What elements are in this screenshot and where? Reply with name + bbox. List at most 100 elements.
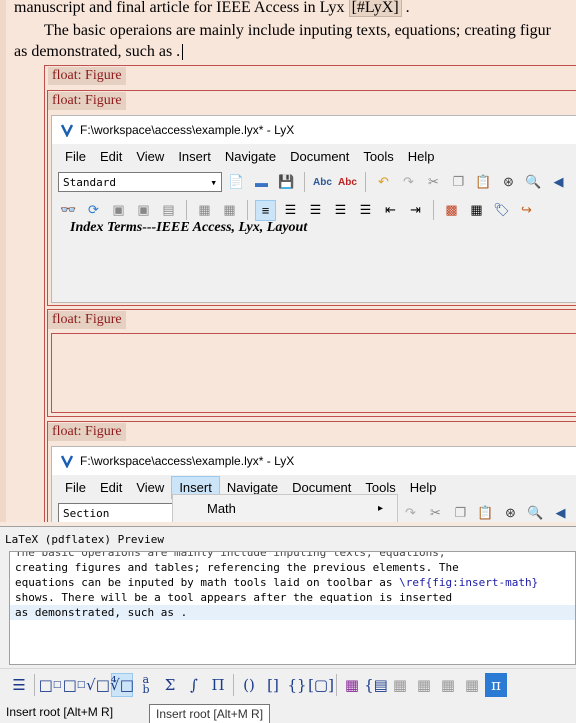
lyx-menubar-1: File Edit View Insert Navigate Document … [52, 144, 576, 168]
table-delete-row-icon[interactable]: ▦ [437, 673, 459, 697]
preview-title: LaTeX (pdflatex) Preview [0, 527, 576, 551]
insert-graphics-icon[interactable]: ▩ [441, 200, 462, 221]
view-other-icon[interactable]: ▦ [194, 200, 215, 221]
update-other-icon[interactable]: ▦ [219, 200, 240, 221]
open-folder-icon[interactable]: ▬ [251, 172, 272, 193]
document-line-3: as demonstrated, such as . [14, 43, 184, 61]
back-icon[interactable]: ◀ [548, 172, 569, 193]
status-bar: Insert root [Alt+M R] [0, 700, 576, 723]
clipped-index-terms: Index Terms---IEEE Access, Lyx, Layout [70, 220, 308, 235]
menu-edit[interactable]: Edit [93, 477, 129, 498]
back-icon[interactable]: ◀ [550, 503, 571, 523]
copy-icon[interactable]: ❐ [450, 503, 471, 523]
menu-tools[interactable]: Tools [356, 146, 400, 167]
superscript-icon[interactable]: □ □ [63, 673, 86, 697]
citation-inset[interactable]: [#LyX] [348, 0, 402, 17]
menu-edit[interactable]: Edit [93, 146, 129, 167]
align-justify-icon[interactable]: ≡ [255, 199, 276, 221]
code-line-3-text: equations can be inputed by math tools l… [15, 576, 400, 589]
description-icon[interactable]: ☰ [330, 200, 351, 221]
table-delete-col-icon[interactable]: ▦ [461, 673, 483, 697]
pi-icon[interactable]: π [485, 672, 507, 697]
menu-view[interactable]: View [129, 477, 171, 498]
toolbar-separator [34, 673, 35, 696]
math-toolbar: ☰ □ □ □ □ √□ ∜□ ab Σ ∫ Π () [] {} [▢] ▦ {▤… [0, 668, 576, 700]
line-3-text: as demonstrated, such as . [14, 43, 181, 60]
lyx-logo-icon [60, 454, 74, 469]
document-line-1: manuscript and final article for IEEE Ac… [14, 0, 410, 17]
menu-navigate[interactable]: Navigate [218, 146, 283, 167]
copy-icon[interactable]: ❐ [448, 172, 469, 193]
toolbar-separator [304, 172, 305, 192]
product-icon[interactable]: Π [207, 673, 229, 697]
display-math-icon[interactable]: ☰ [8, 673, 30, 697]
menu-file[interactable]: File [58, 477, 93, 498]
redo-icon[interactable]: ↷ [398, 172, 419, 193]
matrix-bracket-icon[interactable]: [▢] [308, 673, 334, 697]
outdent-icon[interactable]: ⇤ [380, 200, 401, 221]
menu-view[interactable]: View [129, 146, 171, 167]
new-file-icon[interactable]: 📄 [226, 172, 247, 193]
brackets-icon[interactable]: [] [262, 673, 284, 697]
left-margin [0, 0, 6, 522]
inner-float-1-label[interactable]: float: Figure [48, 92, 126, 110]
outer-float-label[interactable]: float: Figure [48, 67, 126, 85]
paste-icon[interactable]: 📋 [473, 172, 494, 193]
document-area[interactable]: manuscript and final article for IEEE Ac… [0, 0, 576, 522]
update-icon[interactable]: ⟳ [83, 200, 104, 221]
toolbar-separator [433, 200, 434, 220]
menu-item-math[interactable]: Math ▸ [173, 495, 397, 522]
matrix-icon[interactable]: ▦ [341, 673, 363, 697]
table-insert-icon[interactable]: ▦ [389, 673, 411, 697]
braces-icon[interactable]: {} [286, 673, 308, 697]
menu-insert[interactable]: Insert [171, 146, 218, 167]
itemize-icon[interactable]: ☰ [305, 200, 326, 221]
find-icon[interactable]: ⊛ [498, 172, 519, 193]
find-icon[interactable]: ⊛ [500, 503, 521, 523]
inner-float-3-label[interactable]: float: Figure [48, 423, 126, 441]
menu-help[interactable]: Help [401, 146, 442, 167]
chevron-down-icon: ▾ [210, 175, 217, 189]
line-1-text: manuscript and final article for IEEE Ac… [14, 0, 345, 16]
view-master-icon[interactable]: ▣ [108, 200, 129, 221]
cases-icon[interactable]: {▤ [364, 673, 388, 697]
code-line-5-current: as demonstrated, such as . [10, 605, 575, 620]
parentheses-icon[interactable]: () [238, 673, 260, 697]
integral-icon[interactable]: ∫ [183, 673, 205, 697]
spellcheck-continuous-icon[interactable]: Abc [337, 172, 358, 193]
enumerate-icon[interactable]: ☰ [280, 200, 301, 221]
cut-icon[interactable]: ✂ [423, 172, 444, 193]
menu-file[interactable]: File [58, 146, 93, 167]
search-icon[interactable]: 🔍 [523, 172, 544, 193]
subscript-icon[interactable]: □ □ [39, 673, 62, 697]
insert-table-icon[interactable]: ▦ [466, 200, 487, 221]
table-insert-col-icon[interactable]: ▦ [413, 673, 435, 697]
code-line-3: equations can be inputed by math tools l… [10, 575, 575, 590]
text-cursor [182, 44, 184, 60]
insert-label-icon[interactable]: 🏷 [491, 200, 512, 221]
spellcheck-icon[interactable]: Abc [312, 172, 333, 193]
cut-icon[interactable]: ✂ [425, 503, 446, 523]
latex-preview-pane: LaTeX (pdflatex) Preview The basic opera… [0, 526, 576, 668]
insert-reference-icon[interactable]: ↪ [516, 200, 537, 221]
export-icon[interactable]: ▤ [158, 200, 179, 221]
lyx-logo-icon [60, 123, 74, 138]
view-icon[interactable]: 👓 [58, 200, 79, 221]
save-icon[interactable]: 💾 [276, 172, 297, 193]
inner-float-2-label[interactable]: float: Figure [48, 311, 126, 329]
redo-icon[interactable]: ↷ [400, 503, 421, 523]
paste-icon[interactable]: 📋 [475, 503, 496, 523]
menu-document[interactable]: Document [283, 146, 356, 167]
search-icon[interactable]: 🔍 [525, 503, 546, 523]
sum-icon[interactable]: Σ [159, 673, 181, 697]
indent-icon[interactable]: ⇥ [405, 200, 426, 221]
sqrt-icon[interactable]: √□ [86, 673, 110, 697]
paragraph-style-select[interactable]: Standard ▾ [58, 172, 222, 192]
undo-icon[interactable]: ↶ [373, 172, 394, 193]
list-icon[interactable]: ☰ [355, 200, 376, 221]
menu-help[interactable]: Help [403, 477, 444, 498]
root-icon[interactable]: ∜□ [110, 672, 134, 697]
fraction-icon[interactable]: ab [135, 673, 157, 697]
preview-code-area[interactable]: The basic operaions are mainly include i… [9, 551, 576, 665]
update-master-icon[interactable]: ▣ [133, 200, 154, 221]
